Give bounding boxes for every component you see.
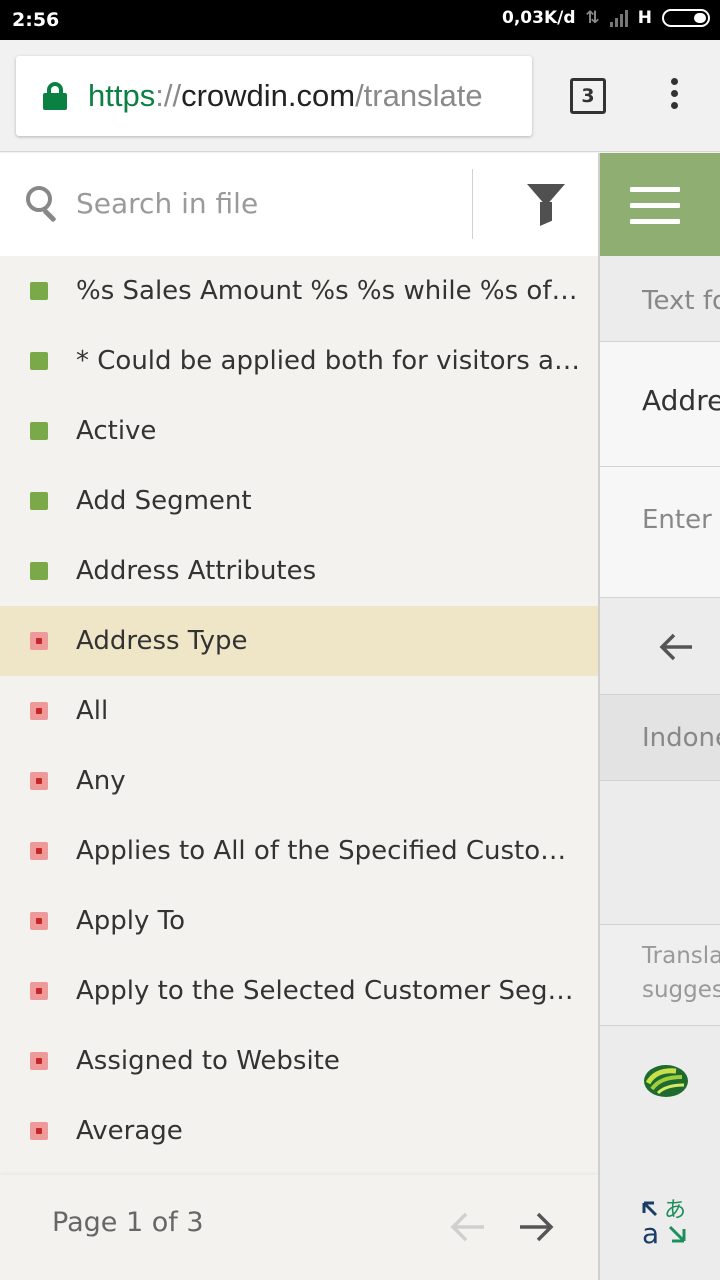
translation-placeholder: Enter t bbox=[642, 505, 720, 535]
untranslated-status-icon bbox=[30, 982, 48, 1000]
url-scheme: https bbox=[88, 78, 156, 113]
string-list-item[interactable]: All bbox=[0, 676, 598, 746]
source-string-row: Addre bbox=[600, 342, 720, 467]
editor-actions-row bbox=[600, 598, 720, 695]
string-label: Add Segment bbox=[76, 486, 252, 516]
string-label: %s Sales Amount %s %s while %s of these … bbox=[76, 276, 582, 306]
untranslated-status-icon bbox=[30, 1122, 48, 1140]
battery-icon bbox=[662, 9, 710, 27]
search-input[interactable] bbox=[76, 181, 456, 225]
string-label: Average bbox=[76, 1116, 183, 1146]
context-row: Text fo bbox=[600, 256, 720, 342]
network-type: H bbox=[637, 8, 652, 28]
url-path: /translate bbox=[355, 78, 483, 113]
editor-empty-area bbox=[600, 781, 720, 925]
divider bbox=[472, 169, 473, 239]
string-list-item[interactable]: * Could be applied both for visitors and… bbox=[0, 326, 598, 396]
translated-status-icon bbox=[30, 562, 48, 580]
untranslated-status-icon bbox=[30, 912, 48, 930]
untranslated-status-icon bbox=[30, 632, 48, 650]
next-page-arrow-icon[interactable] bbox=[518, 1209, 554, 1245]
string-list-item[interactable]: Assigned to Website bbox=[0, 1026, 598, 1096]
page-indicator: Page 1 of 3 bbox=[52, 1207, 204, 1238]
string-label: Active bbox=[76, 416, 157, 446]
string-label: Apply to the Selected Customer Segments bbox=[76, 976, 582, 1006]
string-list-item[interactable]: Apply To bbox=[0, 886, 598, 956]
url-host: crowdin.com bbox=[181, 78, 356, 113]
string-label: Apply To bbox=[76, 906, 186, 936]
string-label: Any bbox=[76, 766, 126, 796]
data-transfer-icon: ⇅ bbox=[585, 8, 600, 28]
address-bar[interactable]: https://crowdin.com/translate bbox=[16, 56, 532, 136]
suggestions-line-1: Transla bbox=[642, 943, 720, 969]
string-list-item[interactable]: Add Segment bbox=[0, 466, 598, 536]
search-bar bbox=[0, 153, 598, 256]
suggestions-header: Transla suggest bbox=[600, 925, 720, 1026]
status-bar: 2:56 0,03K/d ⇅ H bbox=[0, 0, 720, 40]
filter-icon[interactable] bbox=[527, 184, 565, 226]
translated-status-icon bbox=[30, 492, 48, 510]
untranslated-status-icon bbox=[30, 702, 48, 720]
string-label: Assigned to Website bbox=[76, 1046, 340, 1076]
string-list-item[interactable]: Any bbox=[0, 746, 598, 816]
context-label: Text fo bbox=[642, 286, 720, 316]
untranslated-status-icon bbox=[30, 842, 48, 860]
back-arrow-icon[interactable] bbox=[658, 632, 694, 662]
string-label: Applies to All of the Specified Customer… bbox=[76, 836, 582, 866]
overflow-menu-icon[interactable] bbox=[666, 78, 682, 114]
editor-header bbox=[600, 153, 720, 256]
translate-icon: あ a bbox=[642, 1198, 686, 1247]
translated-status-icon bbox=[30, 352, 48, 370]
hamburger-menu-icon[interactable] bbox=[630, 187, 680, 224]
string-list: %s Sales Amount %s %s while %s of these … bbox=[0, 256, 598, 1166]
previous-page-arrow-icon[interactable] bbox=[450, 1209, 486, 1245]
svg-text:a: a bbox=[642, 1217, 659, 1247]
string-list-item[interactable]: %s Sales Amount %s %s while %s of these … bbox=[0, 256, 598, 326]
status-indicators: 0,03K/d ⇅ H bbox=[502, 8, 710, 28]
url-text[interactable]: https://crowdin.com/translate bbox=[88, 76, 483, 116]
tab-switcher-button[interactable]: 3 bbox=[570, 78, 606, 114]
url-separator: :// bbox=[155, 78, 182, 113]
status-time: 2:56 bbox=[12, 9, 60, 31]
string-list-item[interactable]: Apply to the Selected Customer Segments bbox=[0, 956, 598, 1026]
lock-icon bbox=[43, 82, 67, 110]
suggestions-line-2: suggest bbox=[642, 977, 720, 1003]
editor-panel: Text fo Addre Enter t Indone Transla sug… bbox=[598, 153, 720, 1280]
target-language-row[interactable]: Indone bbox=[600, 695, 720, 781]
string-list-item[interactable]: Address Attributes bbox=[0, 536, 598, 606]
untranslated-status-icon bbox=[30, 1052, 48, 1070]
string-label: * Could be applied both for visitors and… bbox=[76, 346, 582, 376]
string-label: Address Type bbox=[76, 626, 248, 656]
untranslated-status-icon bbox=[30, 772, 48, 790]
string-list-item[interactable]: Average bbox=[0, 1096, 598, 1166]
signal-icon bbox=[609, 9, 628, 27]
browser-toolbar: https://crowdin.com/translate 3 bbox=[0, 40, 720, 152]
string-list-item[interactable]: Address Type bbox=[0, 606, 598, 676]
pagination-bar: Page 1 of 3 bbox=[0, 1175, 598, 1280]
network-speed: 0,03K/d bbox=[502, 8, 576, 28]
source-string: Addre bbox=[642, 384, 720, 417]
string-list-item[interactable]: Applies to All of the Specified Customer… bbox=[0, 816, 598, 886]
svg-text:あ: あ bbox=[664, 1198, 686, 1223]
translation-input[interactable]: Enter t bbox=[600, 467, 720, 598]
strings-panel: %s Sales Amount %s %s while %s of these … bbox=[0, 153, 598, 1280]
string-label: All bbox=[76, 696, 109, 726]
translated-status-icon bbox=[30, 282, 48, 300]
search-icon bbox=[26, 186, 62, 223]
translated-status-icon bbox=[30, 422, 48, 440]
crowdin-logo-icon bbox=[644, 1065, 688, 1097]
string-list-item[interactable]: Active bbox=[0, 396, 598, 466]
string-label: Address Attributes bbox=[76, 556, 317, 586]
target-language: Indone bbox=[642, 723, 720, 753]
